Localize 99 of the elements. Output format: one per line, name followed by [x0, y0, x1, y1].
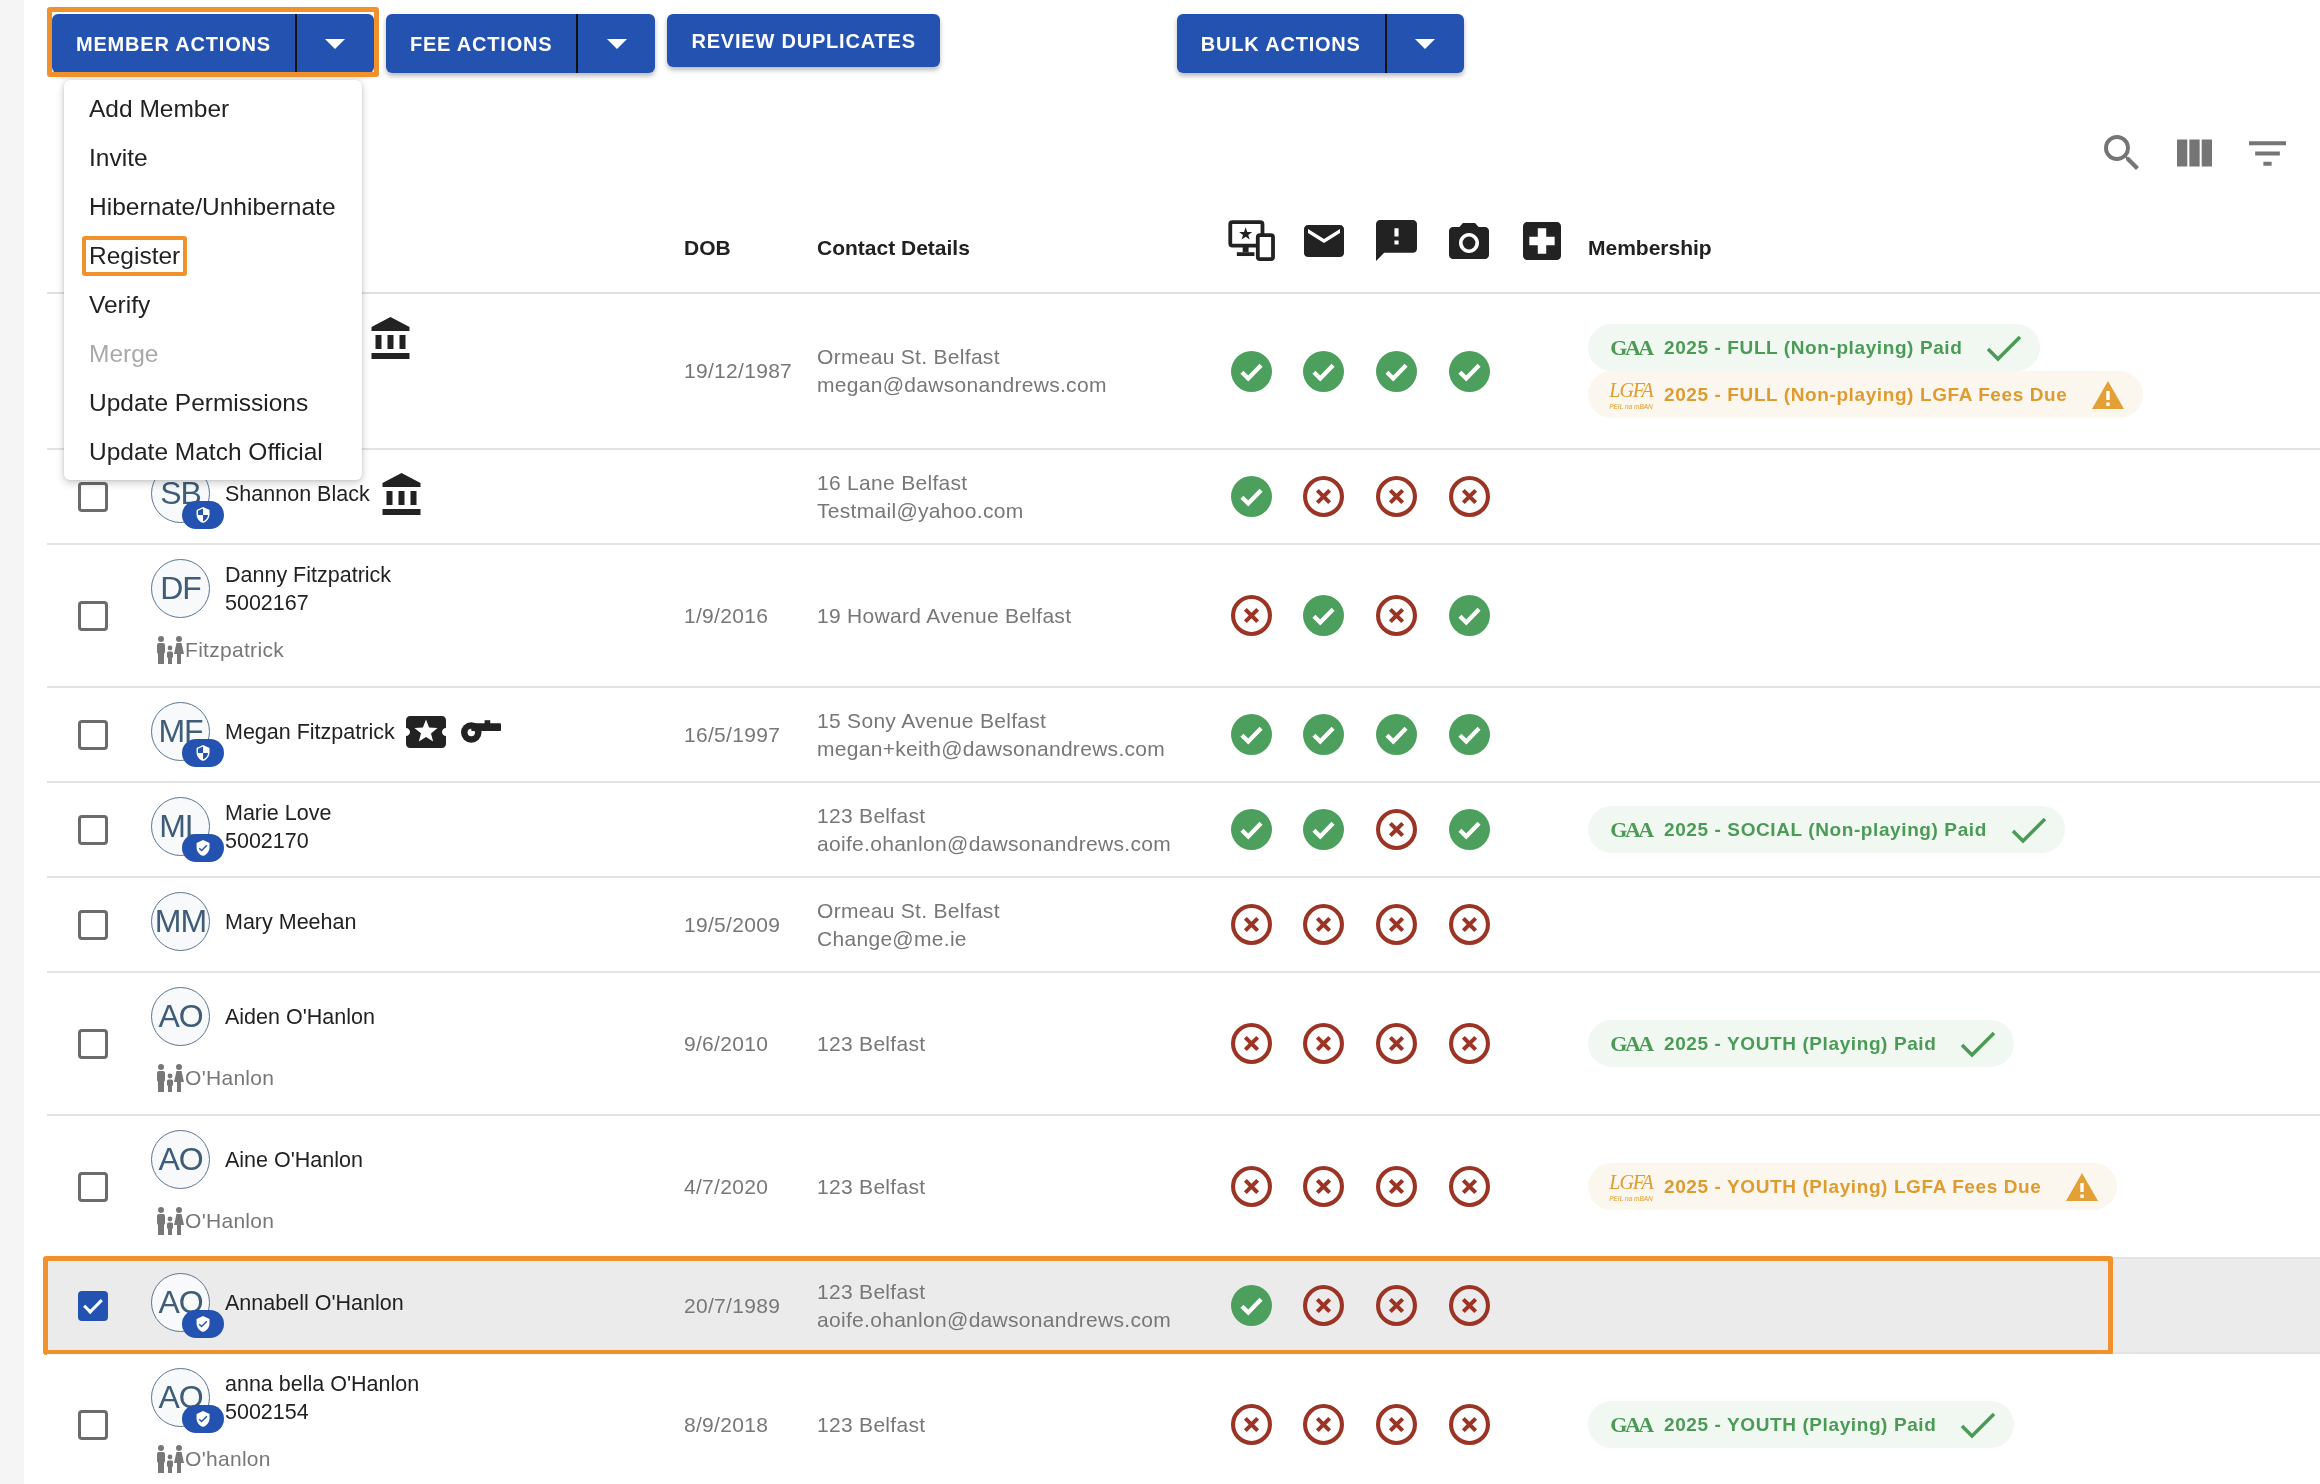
date-of-birth: 4/7/2020: [684, 1174, 769, 1198]
address-text: Ormeau St. Belfast: [817, 897, 1001, 924]
family-icon: [155, 635, 185, 665]
email-text: aoife.ohanlon@dawsonandrews.com: [817, 830, 1172, 857]
membership-label: 2025 - FULL (Non-playing) Paid: [1664, 336, 1963, 359]
family-icon: [155, 1444, 185, 1474]
member-name: Marie Love: [225, 799, 332, 827]
address-text: 123 Belfast: [817, 1030, 927, 1057]
dropdown-button[interactable]: [576, 14, 656, 73]
date-of-birth: 8/9/2018: [684, 1412, 769, 1436]
caret-icon: [1415, 38, 1436, 49]
checkbox[interactable]: [78, 814, 108, 845]
filter-icon[interactable]: [2249, 140, 2286, 166]
dropdown-button[interactable]: [1384, 14, 1464, 73]
warning-icon: [2065, 1171, 2100, 1202]
member-id: 5002154: [225, 1398, 310, 1426]
menu-item[interactable]: Add Member: [64, 84, 362, 133]
menu-item[interactable]: Update Permissions: [64, 378, 362, 427]
membership-label: 2025 - YOUTH (Playing) LGFA Fees Due: [1664, 1175, 2042, 1198]
medical-cross-icon: [1522, 221, 1561, 260]
date-of-birth: 9/6/2010: [684, 1031, 769, 1055]
check-icon: [2010, 815, 2047, 844]
email-text: Testmail@yahoo.com: [817, 497, 1025, 524]
date-of-birth: 20/7/1989: [684, 1293, 781, 1317]
member-name: Aiden O'Hanlon: [225, 1003, 375, 1031]
member-name: Mary Meehan: [225, 908, 357, 936]
menu-item[interactable]: Hibernate/Unhibernate: [64, 182, 362, 231]
member-name: anna bella O'Hanlon: [225, 1370, 420, 1398]
column-header[interactable]: DOB: [684, 235, 731, 259]
avatar: MM: [151, 892, 210, 951]
search-icon[interactable]: [2104, 135, 2140, 171]
membership-label: 2025 - YOUTH (Playing) Paid: [1664, 1032, 1937, 1055]
member-id: 5002167: [225, 589, 310, 617]
check-icon: [1960, 1410, 1997, 1439]
caret-icon: [325, 38, 346, 49]
avatar: AO: [151, 987, 210, 1046]
avatar: AO: [151, 1130, 210, 1189]
member-name: Aine O'Hanlon: [225, 1146, 363, 1174]
action-button[interactable]: FEE ACTIONS: [385, 14, 577, 73]
address-text: 123 Belfast: [817, 1173, 927, 1200]
menu-item[interactable]: Invite: [64, 133, 362, 182]
org-logo: GAA: [1610, 1411, 1652, 1438]
org-logo: GAA: [1610, 334, 1652, 361]
member-name: Megan Fitzpatrick: [225, 718, 395, 746]
date-of-birth: 19/12/1987: [684, 359, 793, 382]
family-name: O'hanlon: [185, 1447, 271, 1471]
address-text: 15 Sony Avenue Belfast: [817, 707, 1048, 734]
checkbox[interactable]: [78, 1409, 108, 1440]
membership-label: 2025 - YOUTH (Playing) Paid: [1664, 1413, 1937, 1436]
family-icon: [155, 1206, 185, 1236]
action-button[interactable]: MEMBER ACTIONS: [52, 14, 295, 73]
action-button[interactable]: BULK ACTIONS: [1176, 14, 1385, 73]
checkbox[interactable]: [78, 719, 108, 750]
family-name: O'Hanlon: [185, 1209, 275, 1233]
member-name: Annabell O'Hanlon: [225, 1289, 404, 1317]
date-of-birth: 16/5/1997: [684, 722, 781, 746]
chat-alert-icon: [1376, 220, 1417, 261]
address-text: 19 Howard Avenue Belfast: [817, 602, 1073, 629]
check-icon: [1986, 333, 2023, 362]
date-of-birth: 19/5/2009: [684, 912, 781, 936]
membership-label: 2025 - SOCIAL (Non-playing) Paid: [1664, 818, 1987, 841]
address-text: 123 Belfast: [817, 1411, 927, 1438]
check-icon: [1960, 1029, 1997, 1058]
date-of-birth: 1/9/2016: [684, 603, 769, 627]
address-text: 123 Belfast: [817, 802, 927, 829]
dropdown-button[interactable]: [294, 14, 374, 73]
action-button[interactable]: REVIEW DUPLICATES: [667, 14, 940, 67]
checkbox[interactable]: [78, 1171, 108, 1202]
column-header[interactable]: Membership: [1588, 235, 1712, 259]
column-header[interactable]: Contact Details: [817, 235, 970, 259]
family-name: O'Hanlon: [185, 1066, 275, 1090]
membership-label: 2025 - FULL (Non-playing) LGFA Fees Due: [1664, 383, 2068, 406]
org-logo: GAA: [1610, 1030, 1652, 1057]
email-text: megan+keith@dawsonandrews.com: [817, 735, 1167, 762]
checkbox[interactable]: [78, 1028, 108, 1059]
member-name: Shannon Black: [225, 480, 370, 508]
camera-icon: [1449, 222, 1490, 259]
menu-item[interactable]: Verify: [64, 280, 362, 329]
email-text: megan@dawsonandrews.com: [817, 372, 1108, 398]
envelope-icon: [1303, 224, 1344, 257]
family-icon: [155, 1063, 185, 1093]
columns-icon[interactable]: [2177, 139, 2212, 167]
checkbox[interactable]: [78, 909, 108, 940]
member-name: Danny Fitzpatrick: [225, 561, 392, 589]
email-text: aoife.ohanlon@dawsonandrews.com: [817, 1306, 1172, 1333]
avatar: DF: [151, 559, 210, 618]
org-logo: GAA: [1610, 816, 1652, 843]
address-text: 123 Belfast: [817, 1278, 927, 1305]
email-text: Change@me.ie: [817, 925, 968, 952]
warning-icon: [2091, 379, 2126, 410]
family-name: Fitzpatrick: [185, 638, 284, 662]
devices-star-icon: [1227, 220, 1275, 261]
menu-item[interactable]: Register: [64, 231, 362, 280]
caret-icon: [606, 38, 627, 49]
address-text: Ormeau St. Belfast: [817, 344, 1001, 370]
checkbox[interactable]: [78, 600, 108, 631]
member-id: 5002170: [225, 827, 310, 855]
address-text: 16 Lane Belfast: [817, 469, 969, 496]
checkbox[interactable]: [78, 1290, 108, 1321]
